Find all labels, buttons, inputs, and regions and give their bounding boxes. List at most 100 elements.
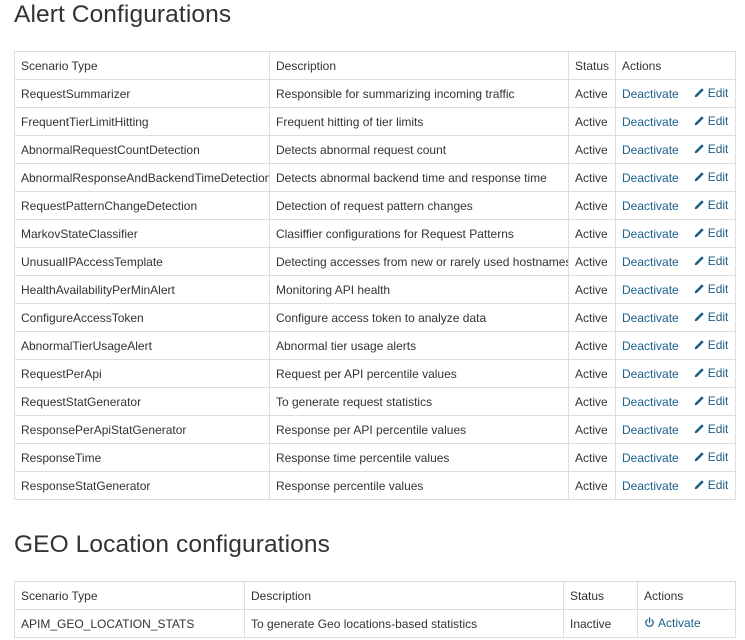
table-row: AbnormalTierUsageAlert Abnormal tier usag…: [14, 331, 736, 360]
status-cell: Active: [568, 107, 616, 136]
edit-link[interactable]: Edit: [694, 254, 728, 268]
edit-link[interactable]: Edit: [694, 170, 728, 184]
status-cell: Active: [568, 443, 616, 472]
scenario-type-cell: FrequentTierLimitHitting: [14, 107, 270, 136]
description-cell: Detects abnormal backend time and respon…: [269, 163, 569, 192]
table-row: MarkovStateClassifier Clasiffier configur…: [14, 219, 736, 248]
pencil-icon: [694, 171, 708, 182]
deactivate-link[interactable]: Deactivate: [622, 339, 679, 353]
header-description: Description: [244, 581, 564, 610]
edit-label: Edit: [707, 393, 729, 408]
actions-cell: Deactivate Edit: [615, 275, 736, 304]
header-scenario-type: Scenario Type: [14, 51, 270, 80]
edit-link[interactable]: Edit: [694, 310, 728, 324]
actions-cell: Deactivate Edit: [615, 359, 736, 388]
actions-cell: Deactivate Edit: [615, 163, 736, 192]
edit-link[interactable]: Edit: [694, 422, 728, 436]
description-cell: Detecting accesses from new or rarely us…: [269, 247, 569, 276]
pencil-icon: [694, 423, 708, 434]
description-cell: Request per API percentile values: [269, 359, 569, 388]
header-scenario-type: Scenario Type: [14, 581, 245, 610]
edit-link[interactable]: Edit: [694, 366, 728, 380]
description-cell: To generate Geo locations-based statisti…: [244, 609, 564, 638]
actions-cell: Deactivate Edit: [615, 219, 736, 248]
deactivate-link[interactable]: Deactivate: [622, 171, 679, 185]
description-cell: Response time percentile values: [269, 443, 569, 472]
scenario-type-cell: ResponseTime: [14, 443, 270, 472]
table-row: ResponsePerApiStatGenerator Response per …: [14, 415, 736, 444]
header-actions: Actions: [637, 581, 736, 610]
edit-link[interactable]: Edit: [694, 450, 728, 464]
activate-link[interactable]: Activate: [644, 616, 701, 630]
edit-link[interactable]: Edit: [694, 113, 729, 128]
status-cell: Active: [568, 359, 616, 388]
actions-cell: Deactivate Edit: [615, 247, 736, 276]
geo-location-configurations-table: Scenario Type Description Status Actions…: [14, 581, 736, 638]
edit-label: Edit: [707, 281, 729, 296]
pencil-icon: [694, 283, 708, 294]
deactivate-link[interactable]: Deactivate: [622, 199, 679, 213]
edit-link[interactable]: Edit: [694, 142, 728, 156]
edit-link[interactable]: Edit: [694, 338, 728, 352]
table-row: HealthAvailabilityPerMinAlert Monitoring …: [14, 275, 736, 304]
status-cell: Active: [568, 387, 616, 416]
edit-link[interactable]: Edit: [694, 225, 729, 240]
table-row: RequestStatGenerator To generate request …: [14, 387, 736, 416]
table-row: ResponseStatGenerator Response percentile…: [14, 471, 736, 500]
status-cell: Active: [568, 135, 616, 164]
table-row: APIM_GEO_LOCATION_STATS To generate Geo l…: [14, 609, 736, 638]
deactivate-link[interactable]: Deactivate: [622, 227, 679, 241]
deactivate-link[interactable]: Deactivate: [622, 311, 679, 325]
edit-link[interactable]: Edit: [694, 393, 729, 408]
actions-cell: Deactivate Edit: [615, 303, 736, 332]
status-cell: Inactive: [563, 609, 638, 638]
status-cell: Active: [568, 331, 616, 360]
description-cell: Abnormal tier usage alerts: [269, 331, 569, 360]
table-row: UnusualIPAccessTemplate Detecting accesse…: [14, 247, 736, 276]
table-row: RequestSummarizer Responsible for summari…: [14, 79, 736, 108]
edit-link[interactable]: Edit: [694, 198, 728, 212]
scenario-type-cell: AbnormalRequestCountDetection: [14, 135, 270, 164]
header-status: Status: [568, 51, 616, 80]
pencil-icon: [694, 87, 708, 98]
deactivate-link[interactable]: Deactivate: [622, 143, 679, 157]
status-cell: Active: [568, 471, 616, 500]
edit-label: Edit: [707, 113, 729, 128]
deactivate-link[interactable]: Deactivate: [622, 423, 679, 437]
scenario-type-cell: RequestStatGenerator: [14, 387, 270, 416]
geo-location-configurations-title: GEO Location configurations: [14, 531, 330, 558]
scenario-type-cell: AbnormalTierUsageAlert: [14, 331, 270, 360]
scenario-type-cell: RequestPerApi: [14, 359, 270, 388]
edit-label: Edit: [707, 85, 729, 100]
description-cell: Responsible for summarizing incoming tra…: [269, 79, 569, 108]
description-cell: Detects abnormal request count: [269, 135, 569, 164]
alert-configurations-table: Scenario Type Description Status Actions…: [14, 51, 736, 500]
pencil-icon: [694, 395, 708, 406]
status-cell: Active: [568, 79, 616, 108]
deactivate-link[interactable]: Deactivate: [622, 479, 679, 493]
deactivate-link[interactable]: Deactivate: [622, 115, 679, 129]
edit-label: Edit: [707, 477, 729, 492]
status-cell: Active: [568, 247, 616, 276]
scenario-type-cell: RequestPatternChangeDetection: [14, 191, 270, 220]
actions-cell: Deactivate Edit: [615, 471, 736, 500]
edit-link[interactable]: Edit: [694, 85, 729, 100]
scenario-type-cell: APIM_GEO_LOCATION_STATS: [14, 609, 245, 638]
deactivate-link[interactable]: Deactivate: [622, 395, 679, 409]
edit-label: Edit: [707, 225, 729, 240]
table-row: ConfigureAccessToken Configure access tok…: [14, 303, 736, 332]
status-cell: Active: [568, 163, 616, 192]
power-icon: [644, 617, 658, 628]
description-cell: Response percentile values: [269, 471, 569, 500]
deactivate-link[interactable]: Deactivate: [622, 283, 679, 297]
edit-link[interactable]: Edit: [694, 477, 729, 492]
deactivate-link[interactable]: Deactivate: [622, 87, 679, 101]
deactivate-link[interactable]: Deactivate: [622, 451, 679, 465]
description-cell: Monitoring API health: [269, 275, 569, 304]
pencil-icon: [694, 311, 708, 322]
status-cell: Active: [568, 275, 616, 304]
deactivate-link[interactable]: Deactivate: [622, 367, 679, 381]
deactivate-link[interactable]: Deactivate: [622, 255, 679, 269]
edit-link[interactable]: Edit: [694, 281, 729, 296]
actions-cell: Deactivate Edit: [615, 79, 736, 108]
